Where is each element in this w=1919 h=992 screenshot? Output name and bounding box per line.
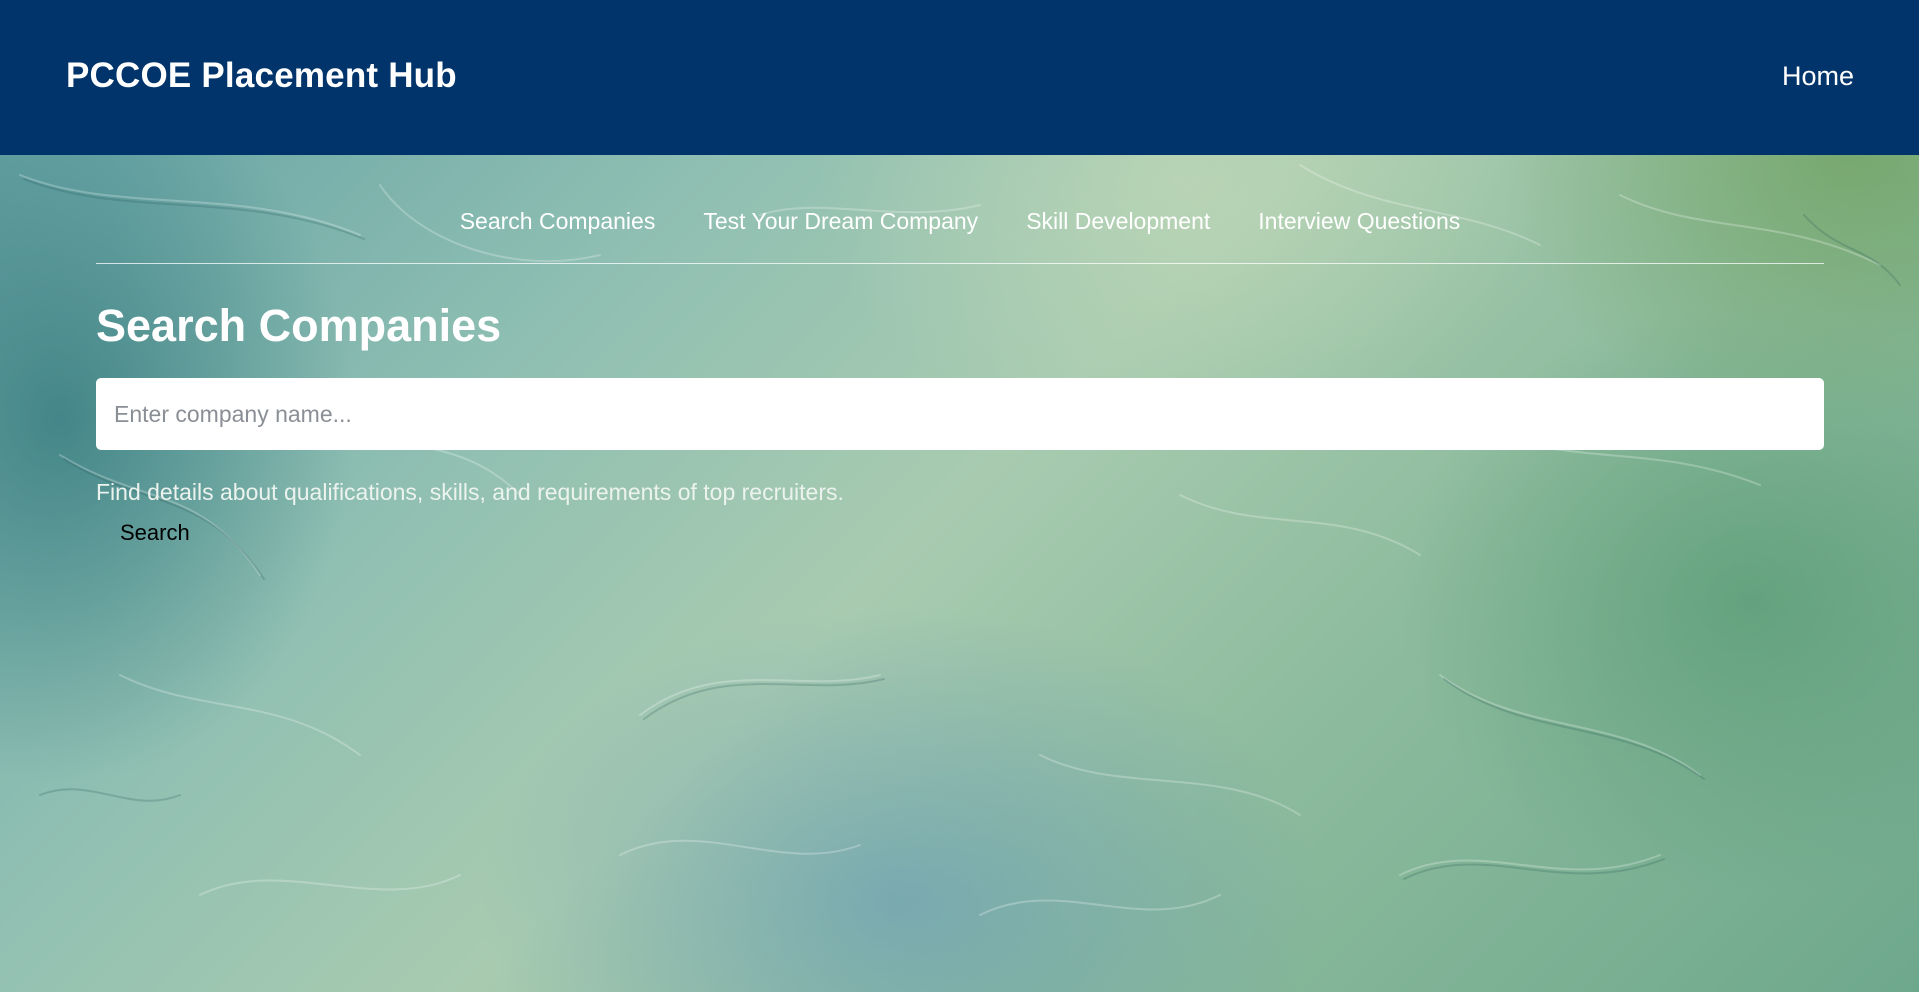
search-description: Find details about qualifications, skill… [96, 479, 844, 505]
company-search-input[interactable] [96, 378, 1824, 450]
textured-background [19, 164, 1901, 916]
page-title: Search Companies [96, 300, 502, 351]
nav-test-your-dream-company[interactable]: Test Your Dream Company [703, 180, 978, 263]
main-content: Search Companies Find details about qual… [96, 296, 1824, 546]
section-nav: Search Companies Test Your Dream Company… [96, 180, 1824, 264]
nav-interview-questions[interactable]: Interview Questions [1258, 180, 1460, 263]
nav-skill-development[interactable]: Skill Development [1026, 180, 1210, 263]
search-button[interactable]: Search [120, 520, 190, 546]
nav-home-link[interactable]: Home [1782, 61, 1854, 92]
site-brand: PCCOE Placement Hub [66, 56, 457, 95]
top-header: PCCOE Placement Hub Home [0, 0, 1919, 155]
nav-search-companies[interactable]: Search Companies [460, 180, 656, 263]
